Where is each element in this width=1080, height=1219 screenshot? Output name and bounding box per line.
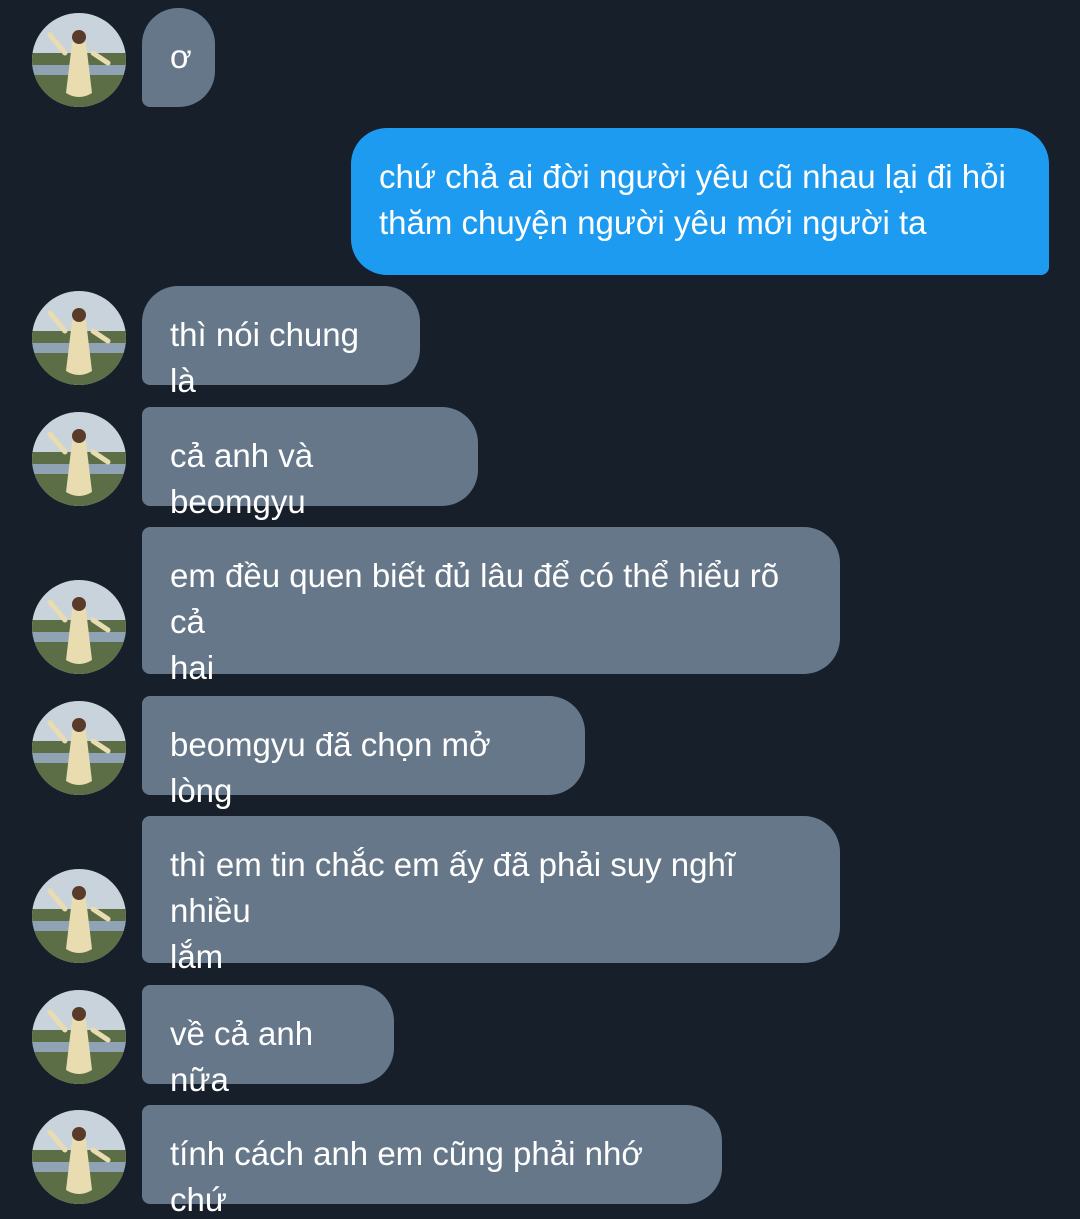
avatar-photo-icon bbox=[32, 291, 126, 385]
message-bubble[interactable]: em đều quen biết đủ lâu để có thể hiểu r… bbox=[142, 527, 840, 686]
message-bubble[interactable]: thì em tin chắc em ấy đã phải suy nghĩ n… bbox=[142, 816, 840, 975]
contact-avatar[interactable] bbox=[32, 701, 126, 795]
avatar-photo-icon bbox=[32, 701, 126, 795]
message-bubble[interactable]: thì nói chung là bbox=[142, 286, 420, 399]
message-bubble[interactable]: beomgyu đã chọn mở lòng bbox=[142, 696, 585, 809]
contact-avatar[interactable] bbox=[32, 13, 126, 107]
message-bubble[interactable]: ơ bbox=[142, 8, 215, 107]
contact-avatar[interactable] bbox=[32, 1110, 126, 1204]
avatar-photo-icon bbox=[32, 1110, 126, 1204]
contact-avatar[interactable] bbox=[32, 990, 126, 1084]
avatar-photo-icon bbox=[32, 869, 126, 963]
chat-screen: ơ chứ chả ai đời người yêu cũ nhau lại đ… bbox=[0, 0, 1080, 1219]
contact-avatar[interactable] bbox=[32, 869, 126, 963]
message-bubble[interactable]: về cả anh nữa bbox=[142, 985, 394, 1098]
avatar-photo-icon bbox=[32, 13, 126, 107]
contact-avatar[interactable] bbox=[32, 412, 126, 506]
message-bubble[interactable]: cả anh và beomgyu bbox=[142, 407, 478, 520]
contact-avatar[interactable] bbox=[32, 291, 126, 385]
message-bubble-sent[interactable]: chứ chả ai đời người yêu cũ nhau lại đi … bbox=[351, 128, 1049, 275]
avatar-photo-icon bbox=[32, 580, 126, 674]
avatar-photo-icon bbox=[32, 412, 126, 506]
message-bubble[interactable]: tính cách anh em cũng phải nhớ chứ bbox=[142, 1105, 722, 1218]
contact-avatar[interactable] bbox=[32, 580, 126, 674]
avatar-photo-icon bbox=[32, 990, 126, 1084]
